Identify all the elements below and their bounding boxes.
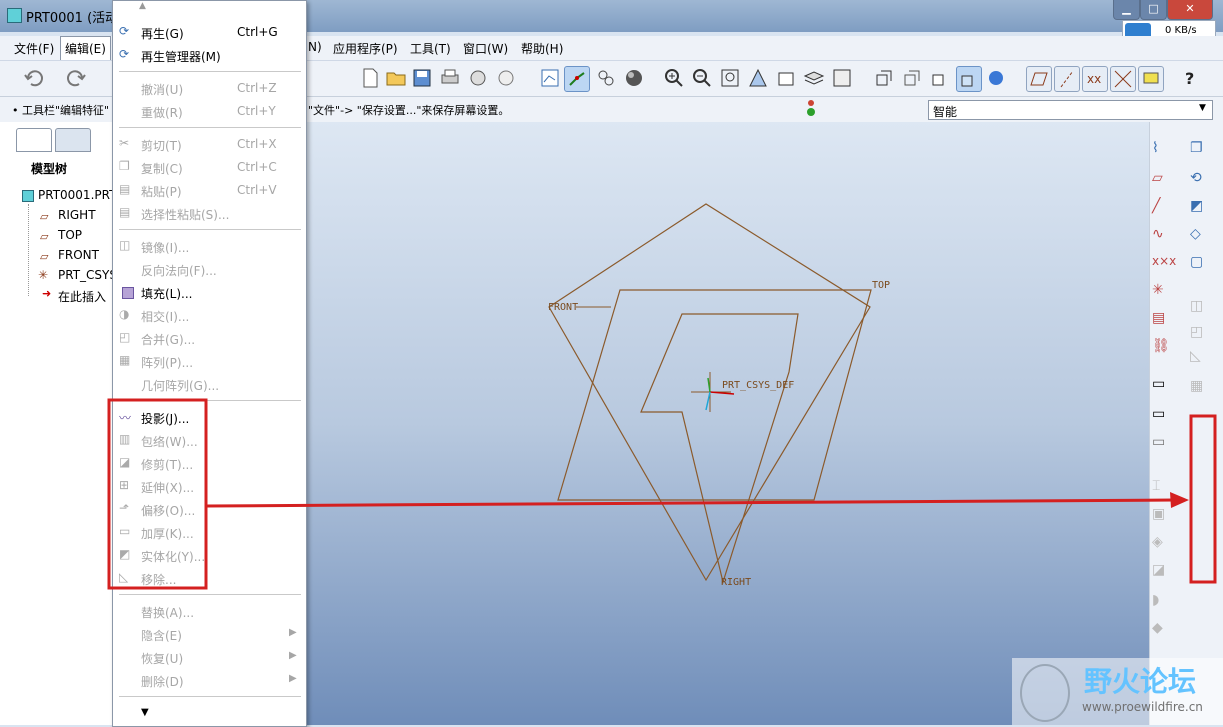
highlight-box-menu (107, 398, 208, 590)
annotation-arrowhead (1170, 492, 1189, 508)
annotation-overlay (107, 398, 1217, 590)
annotation-arrow-line (205, 498, 1176, 508)
highlight-box-toolbar (1189, 414, 1217, 584)
